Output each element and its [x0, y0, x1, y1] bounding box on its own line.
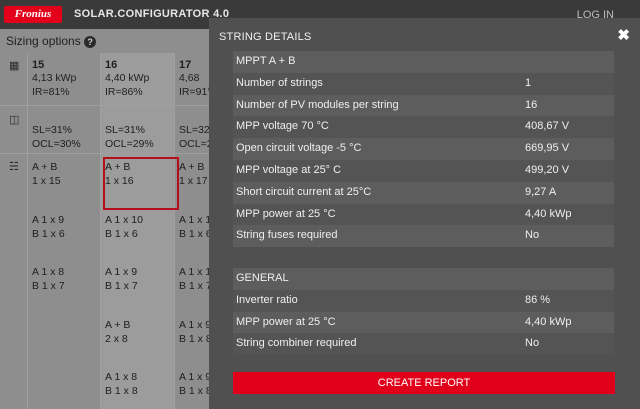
- column-sl: SL=31%: [105, 124, 145, 136]
- string-config-icon: ☵: [9, 161, 19, 173]
- string-details-modal: STRING DETAILS ✖ MPPT A + B Number of st…: [209, 18, 640, 409]
- app-title: SOLAR.CONFIGURATOR 4.0: [74, 8, 230, 20]
- config-line: A 1 x 1: [179, 266, 212, 278]
- detail-value: 9,27 A: [525, 185, 557, 198]
- modal-title: STRING DETAILS: [219, 31, 312, 43]
- config-line: B 1 x 6: [105, 228, 138, 240]
- column-ir: IR=91°: [179, 86, 212, 98]
- mppt-section-title: MPPT A + B: [233, 51, 614, 73]
- config-line: A + B: [105, 319, 131, 331]
- detail-row: MPP voltage 70 °C 408,67 V: [233, 116, 614, 139]
- selected-config-highlight: [103, 157, 179, 210]
- detail-label: String combiner required: [236, 337, 357, 350]
- detail-value: 4,40 kWp: [525, 207, 572, 220]
- config-line: 2 x 8: [105, 333, 128, 345]
- fronius-logo[interactable]: Fronius: [4, 6, 62, 23]
- config-line: B 1 x 8: [179, 385, 212, 397]
- column-power: 4,68: [179, 72, 200, 84]
- detail-label: Short circuit current at 25°C: [236, 185, 372, 198]
- detail-label: Open circuit voltage -5 °C: [236, 142, 362, 155]
- general-section-title: GENERAL: [233, 268, 614, 290]
- column-power: 4,13 kWp: [32, 72, 77, 84]
- config-line: 1 x 17: [179, 175, 208, 187]
- config-line: A 1 x 9: [179, 319, 212, 331]
- detail-value: 16: [525, 98, 538, 111]
- config-line: A 1 x 9: [32, 214, 65, 226]
- detail-label: MPP voltage at 25° C: [236, 163, 342, 176]
- sizing-column-15[interactable]: 15 4,13 kWp IR=81% SL=31% OCL=30% A + B …: [28, 53, 101, 409]
- general-table: GENERAL Inverter ratio 86 % MPP power at …: [233, 268, 614, 356]
- inverter-icon: ◫: [9, 114, 20, 126]
- detail-label: MPP power at 25 °C: [236, 207, 336, 220]
- solar-panel-icon: ▦: [9, 60, 20, 72]
- column-ir: IR=81%: [32, 86, 70, 98]
- column-modules-count: 17: [179, 59, 192, 71]
- sizing-column-16[interactable]: 16 4,40 kWp IR=86% SL=31% OCL=29% A + B …: [101, 53, 175, 409]
- column-modules-count: 16: [105, 59, 118, 71]
- detail-value: 4,40 kWp: [525, 315, 572, 328]
- config-line: A 1 x 9: [179, 371, 212, 383]
- row-divider: [0, 153, 215, 154]
- config-line: A 1 x 8: [32, 266, 65, 278]
- column-ocl: OCL=2: [179, 138, 213, 150]
- detail-value: 669,95 V: [525, 142, 570, 155]
- detail-label: Number of PV modules per string: [236, 98, 399, 111]
- config-line: B 1 x 7: [105, 280, 138, 292]
- config-line: A + B: [179, 161, 205, 173]
- detail-row: Open circuit voltage -5 °C 669,95 V: [233, 138, 614, 160]
- column-power: 4,40 kWp: [105, 72, 150, 84]
- config-line: B 1 x 6: [32, 228, 65, 240]
- detail-value: 86 %: [525, 293, 551, 306]
- config-line: 1 x 15: [32, 175, 61, 187]
- column-ocl: OCL=30%: [32, 138, 81, 150]
- detail-row: MPP power at 25 °C 4,40 kWp: [233, 203, 614, 226]
- detail-label: MPP power at 25 °C: [236, 315, 336, 328]
- detail-label: Inverter ratio: [236, 293, 298, 306]
- column-sl: SL=32: [179, 124, 210, 136]
- detail-label: String fuses required: [236, 229, 338, 242]
- help-icon[interactable]: ?: [84, 36, 97, 48]
- config-line: B 1 x 8: [105, 385, 138, 397]
- detail-value: 408,67 V: [525, 120, 570, 133]
- detail-row: MPP power at 25 °C 4,40 kWp: [233, 311, 614, 334]
- detail-row: String combiner required No: [233, 333, 614, 356]
- sizing-options-label: Sizing options: [6, 34, 81, 48]
- config-line: B 1 x 6: [179, 228, 212, 240]
- row-icons-column: ▦ ◫ ☵: [0, 53, 28, 409]
- mppt-table: MPPT A + B Number of strings 1 Number of …: [233, 51, 614, 248]
- sizing-options-heading: Sizing options ?: [6, 34, 97, 48]
- column-ir: IR=86%: [105, 86, 143, 98]
- detail-row: Short circuit current at 25°C 9,27 A: [233, 181, 614, 204]
- detail-value: No: [525, 337, 540, 350]
- create-report-button[interactable]: CREATE REPORT: [233, 372, 615, 394]
- row-divider: [0, 105, 215, 106]
- detail-row: MPP voltage at 25° C 499,20 V: [233, 159, 614, 182]
- detail-row: Number of strings 1: [233, 72, 614, 95]
- detail-value: 499,20 V: [525, 163, 570, 176]
- column-sl: SL=31%: [32, 124, 72, 136]
- detail-row: Inverter ratio 86 %: [233, 289, 614, 312]
- config-line: A 1 x 9: [105, 266, 138, 278]
- detail-row: Number of PV modules per string 16: [233, 94, 614, 117]
- detail-label: Number of strings: [236, 76, 323, 89]
- config-line: B 1 x 7: [179, 280, 212, 292]
- close-icon[interactable]: ✖: [617, 28, 630, 43]
- detail-value: 1: [525, 76, 532, 89]
- config-line: A + B: [32, 161, 58, 173]
- config-line: B 1 x 8: [179, 333, 212, 345]
- section-title-text: MPPT A + B: [236, 55, 296, 67]
- config-line: A 1 x 10: [105, 214, 143, 226]
- config-line: A 1 x 8: [105, 371, 138, 383]
- detail-label: MPP voltage 70 °C: [236, 120, 329, 133]
- column-modules-count: 15: [32, 59, 45, 71]
- detail-value: No: [525, 229, 540, 242]
- column-ocl: OCL=29%: [105, 138, 154, 150]
- config-line: A 1 x 1: [179, 214, 212, 226]
- detail-row: String fuses required No: [233, 225, 614, 248]
- config-line: B 1 x 7: [32, 280, 65, 292]
- section-title-text: GENERAL: [236, 272, 289, 284]
